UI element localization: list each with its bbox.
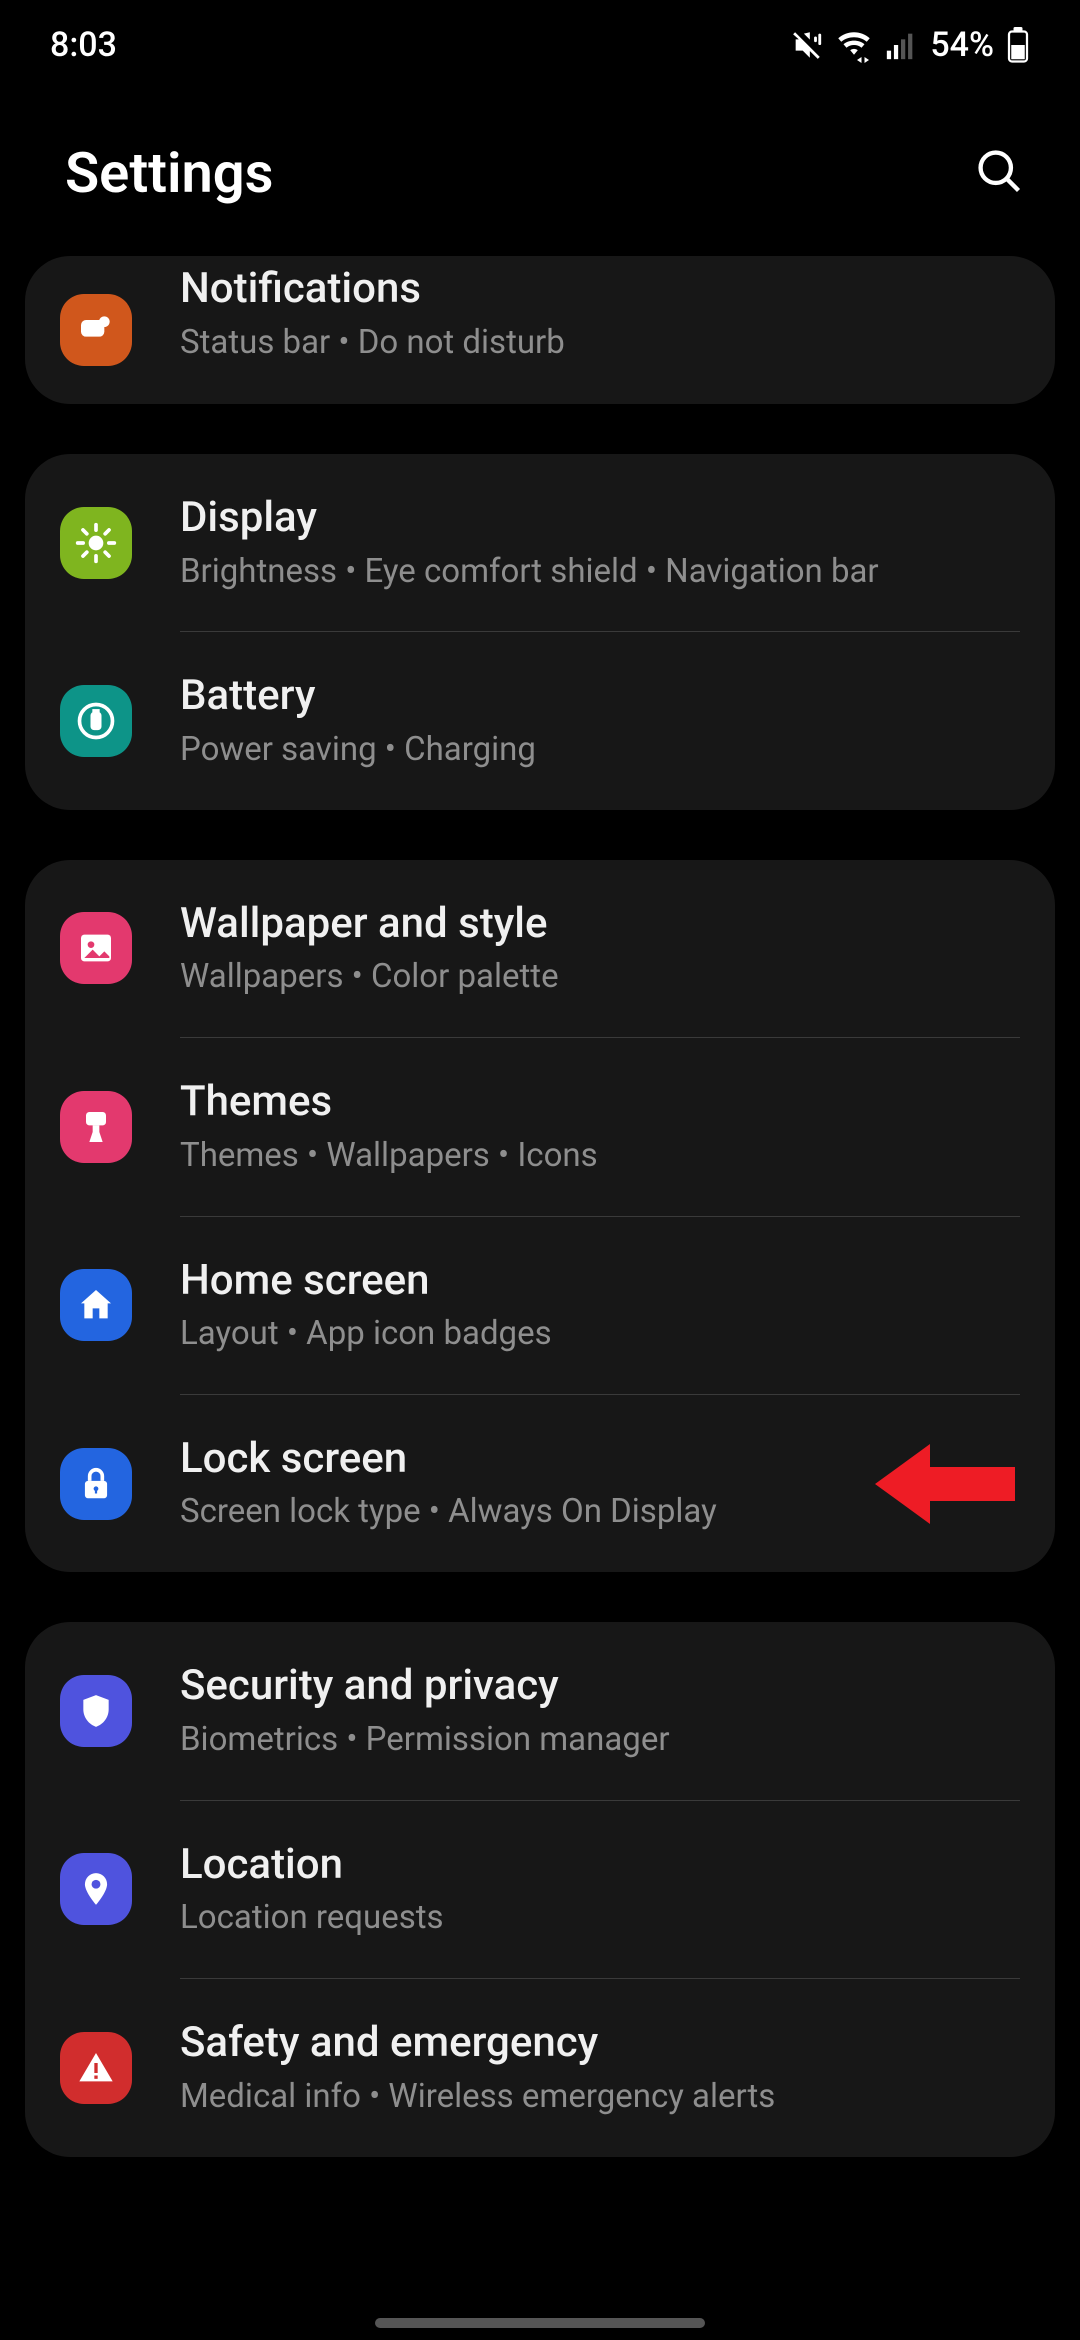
row-body: Safety and emergency Medical info • Wirel… [180,2017,1020,2118]
row-subtitle: Biometrics • Permission manager [180,1719,1020,1762]
settings-row-lockscreen[interactable]: Lock screen Screen lock type • Always On … [25,1395,1055,1572]
status-right: 54% [790,25,1030,65]
page-title: Settings [65,140,273,206]
row-subtitle: Screen lock type • Always On Display [180,1491,1020,1534]
row-body: Themes Themes • Wallpapers • Icons [180,1076,1020,1177]
row-body: Display Brightness • Eye comfort shield •… [180,492,1020,593]
status-battery-text: 54% [930,25,994,65]
home-icon [60,1269,132,1341]
row-body: Security and privacy Biometrics • Permiss… [180,1660,1020,1761]
row-title: Home screen [180,1255,1020,1308]
row-subtitle: Location requests [180,1897,1020,1940]
row-body: Battery Power saving • Charging [180,670,1020,771]
lock-icon [60,1448,132,1520]
row-title: Display [180,492,1020,545]
status-bar: 8:03 54% [0,0,1080,90]
sun-icon [60,507,132,579]
shield-icon [60,1675,132,1747]
row-body: Wallpaper and style Wallpapers • Color pa… [180,898,1020,999]
image-icon [60,912,132,984]
status-time: 8:03 [50,25,117,65]
settings-row-safety[interactable]: Safety and emergency Medical info • Wirel… [25,1979,1055,2156]
settings-row-location[interactable]: Location Location requests [25,1801,1055,1978]
alert-icon [60,2032,132,2104]
bell-icon [60,294,132,366]
brush-icon [60,1091,132,1163]
mute-icon [790,28,824,62]
row-title: Themes [180,1076,1020,1129]
settings-row-battery[interactable]: Battery Power saving • Charging [25,632,1055,809]
battery-icon [60,685,132,757]
row-title: Location [180,1839,1020,1892]
settings-group: Wallpaper and style Wallpapers • Color pa… [25,860,1055,1573]
row-body: Home screen Layout • App icon badges [180,1255,1020,1356]
signal-icon [884,28,918,62]
row-subtitle: Wallpapers • Color palette [180,956,1020,999]
row-title: Notifications [180,263,1020,316]
row-body: Lock screen Screen lock type • Always On … [180,1433,1020,1534]
row-body: Location Location requests [180,1839,1020,1940]
row-subtitle: Power saving • Charging [180,729,1020,772]
row-subtitle: Status bar • Do not disturb [180,322,1020,365]
row-subtitle: Brightness • Eye comfort shield • Naviga… [180,551,1020,594]
row-title: Security and privacy [180,1660,1020,1713]
header: Settings [0,90,1080,266]
row-body: NotificationsStatus bar • Do not disturb [180,295,1020,364]
battery-icon [1006,27,1030,63]
settings-group: Display Brightness • Eye comfort shield •… [25,454,1055,810]
settings-row-display[interactable]: Display Brightness • Eye comfort shield •… [25,454,1055,631]
wifi-icon [836,27,872,63]
row-subtitle: Layout • App icon badges [180,1313,1020,1356]
settings-row-notifications[interactable]: Notifications Status bar • Do not disturb [25,256,1055,404]
settings-row-homescreen[interactable]: Home screen Layout • App icon badges [25,1217,1055,1394]
row-title: Safety and emergency [180,2017,1020,2070]
settings-group: Notifications Status bar • Do not disturb [25,256,1055,404]
search-icon [973,145,1025,197]
row-subtitle: Themes • Wallpapers • Icons [180,1135,1020,1178]
settings-row-themes[interactable]: Themes Themes • Wallpapers • Icons [25,1038,1055,1215]
row-title: Wallpaper and style [180,898,1020,951]
row-title: Lock screen [180,1433,1020,1486]
search-button[interactable] [973,145,1025,201]
settings-row-security[interactable]: Security and privacy Biometrics • Permiss… [25,1622,1055,1799]
settings-row-wallpaper[interactable]: Wallpaper and style Wallpapers • Color pa… [25,860,1055,1037]
settings-group: Security and privacy Biometrics • Permiss… [25,1622,1055,2156]
pin-icon [60,1853,132,1925]
row-title: Battery [180,670,1020,723]
nav-handle[interactable] [375,2318,705,2328]
row-subtitle: Medical info • Wireless emergency alerts [180,2076,1020,2119]
